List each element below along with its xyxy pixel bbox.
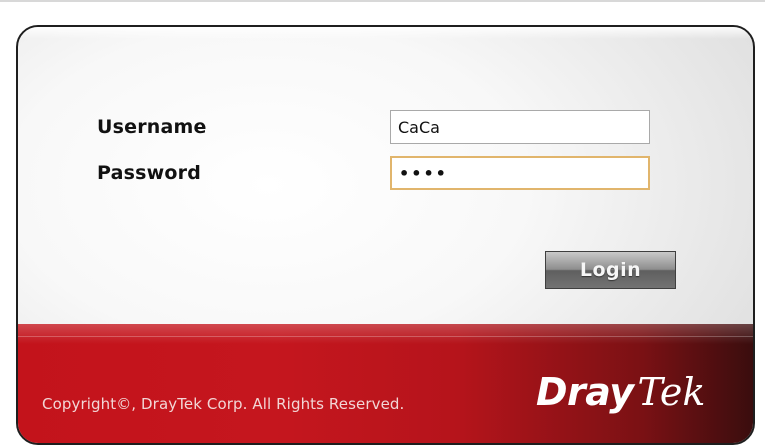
brand-logo-tek: Tek [637,370,706,414]
login-panel: Username Password Login Copyright©, Dray… [16,25,755,445]
password-label: Password [97,162,202,184]
brand-logo-dray: Dray [536,370,634,414]
panel-highlight [18,27,753,39]
top-divider [0,0,765,2]
username-input[interactable] [390,110,650,144]
password-input[interactable] [390,156,650,190]
footer-divider [18,336,753,337]
draytek-logo: Dray Tek [536,370,705,418]
footer-band: Copyright©, DrayTek Corp. All Rights Res… [18,324,753,443]
username-label: Username [97,116,207,138]
login-button[interactable]: Login [545,251,676,289]
copyright-text: Copyright©, DrayTek Corp. All Rights Res… [42,395,405,413]
